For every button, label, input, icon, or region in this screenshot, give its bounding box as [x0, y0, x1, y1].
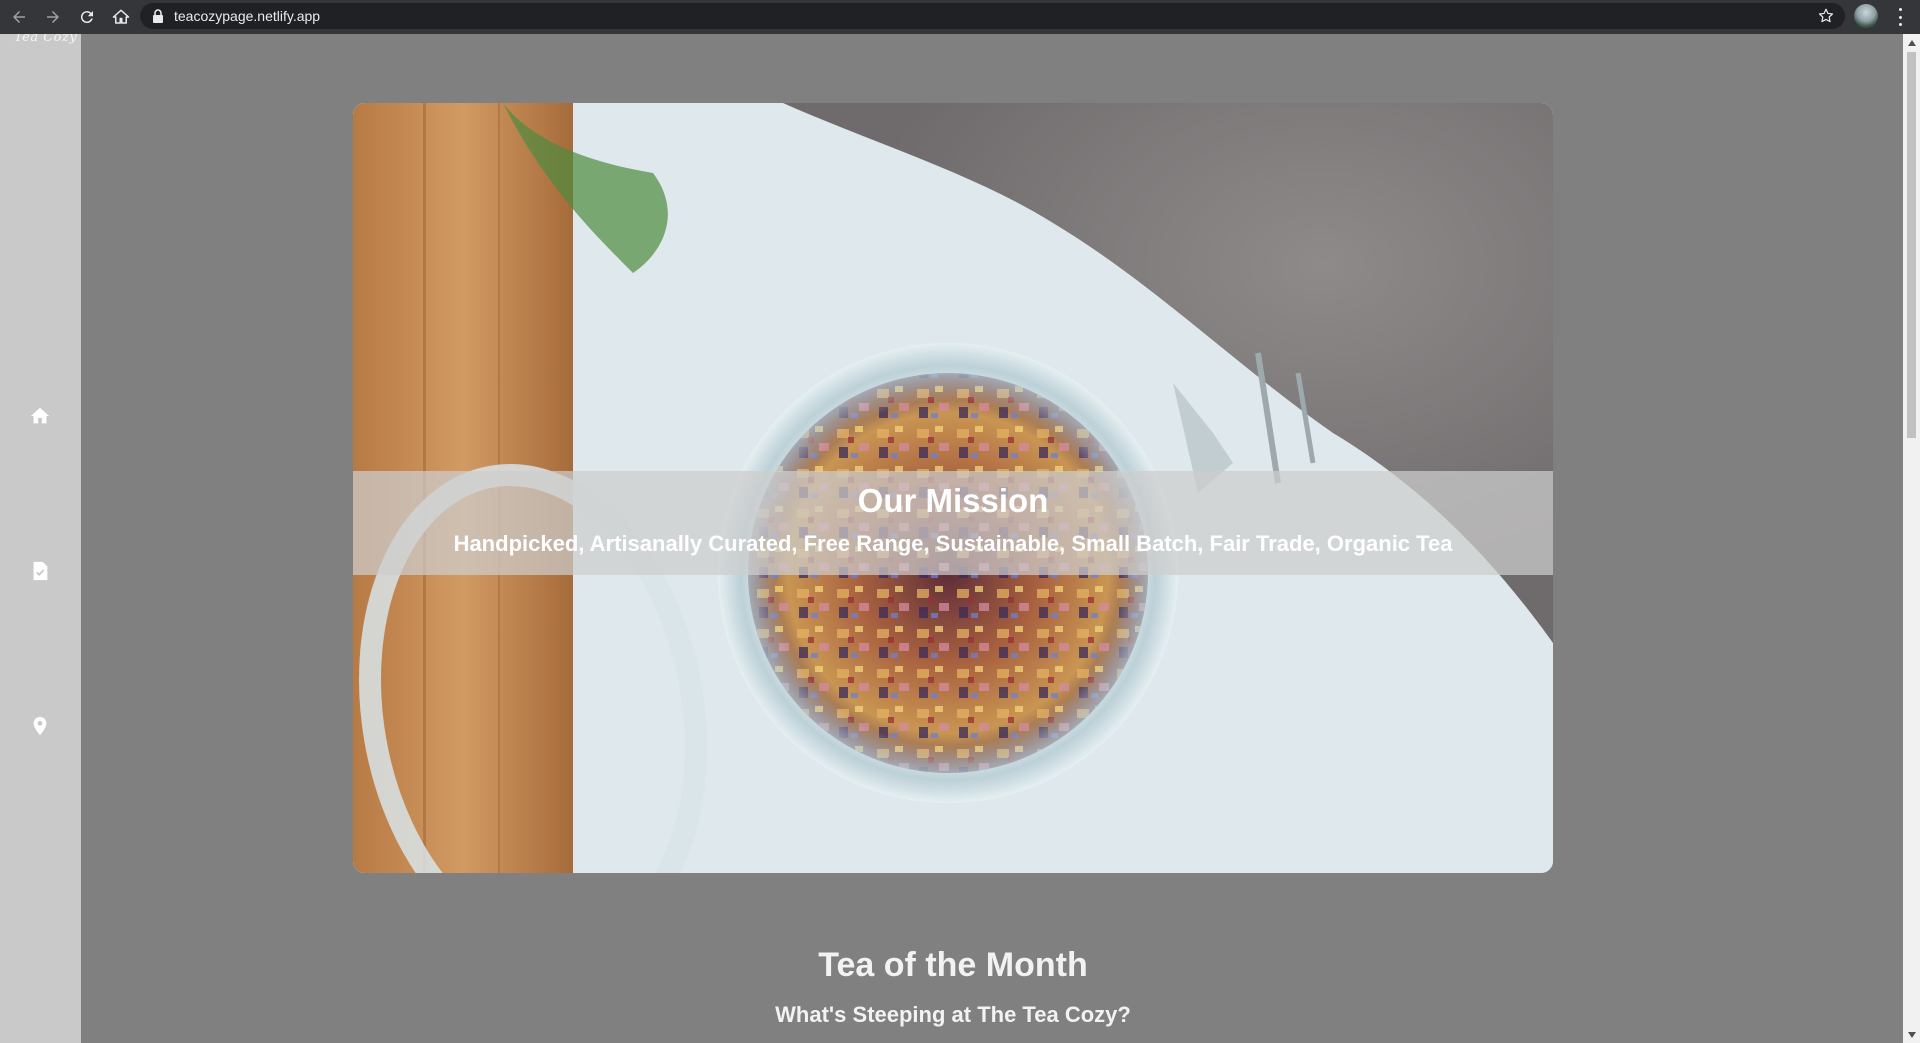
mission-tagline: Handpicked, Artisanally Curated, Free Ra… — [453, 531, 1453, 556]
address-url[interactable]: teacozypage.netlify.app — [174, 8, 320, 24]
star-icon[interactable] — [1817, 7, 1835, 25]
page-scrollbar[interactable] — [1903, 34, 1920, 1043]
sidebar-item-home[interactable] — [27, 403, 53, 429]
sidebar-item-menu[interactable] — [27, 558, 53, 584]
location-pin-icon — [33, 716, 47, 736]
mission-banner: Our Mission Handpicked, Artisanally Cura… — [353, 471, 1553, 575]
reload-icon — [80, 11, 93, 24]
profile-avatar[interactable] — [1854, 4, 1878, 28]
logo[interactable]: Tea Cozy — [14, 34, 77, 45]
tea-of-month-title: Tea of the Month — [818, 946, 1088, 984]
mission-title: Our Mission — [857, 482, 1049, 519]
document-check-icon — [33, 561, 48, 581]
forward-button[interactable] — [38, 2, 68, 32]
address-bar[interactable]: teacozypage.netlify.app — [140, 3, 1845, 29]
forward-arrow-icon — [47, 11, 59, 23]
scroll-down-arrow-icon[interactable] — [1903, 1026, 1920, 1043]
reload-button[interactable] — [72, 2, 102, 32]
back-arrow-icon — [13, 11, 25, 23]
kebab-menu-icon[interactable] — [1890, 7, 1910, 27]
mission-hero: Our Mission Handpicked, Artisanally Cura… — [353, 103, 1553, 873]
browser-toolbar: teacozypage.netlify.app — [0, 0, 1920, 34]
tea-of-month-subtitle: What's Steeping at The Tea Cozy? — [775, 1002, 1131, 1027]
sidebar-item-locations[interactable] — [27, 713, 53, 739]
home-icon — [112, 9, 130, 24]
scroll-up-arrow-icon[interactable] — [1903, 34, 1920, 51]
page-viewport: Tea Cozy Our Mission Handpicked, Artisan… — [0, 34, 1920, 1043]
lock-icon — [153, 9, 163, 23]
home-icon — [30, 407, 50, 424]
home-button[interactable] — [106, 2, 136, 32]
scrollbar-thumb[interactable] — [1907, 52, 1916, 438]
sidebar-nav: Tea Cozy — [0, 34, 81, 1043]
back-button[interactable] — [4, 2, 34, 32]
main-content: Our Mission Handpicked, Artisanally Cura… — [81, 34, 1903, 1043]
